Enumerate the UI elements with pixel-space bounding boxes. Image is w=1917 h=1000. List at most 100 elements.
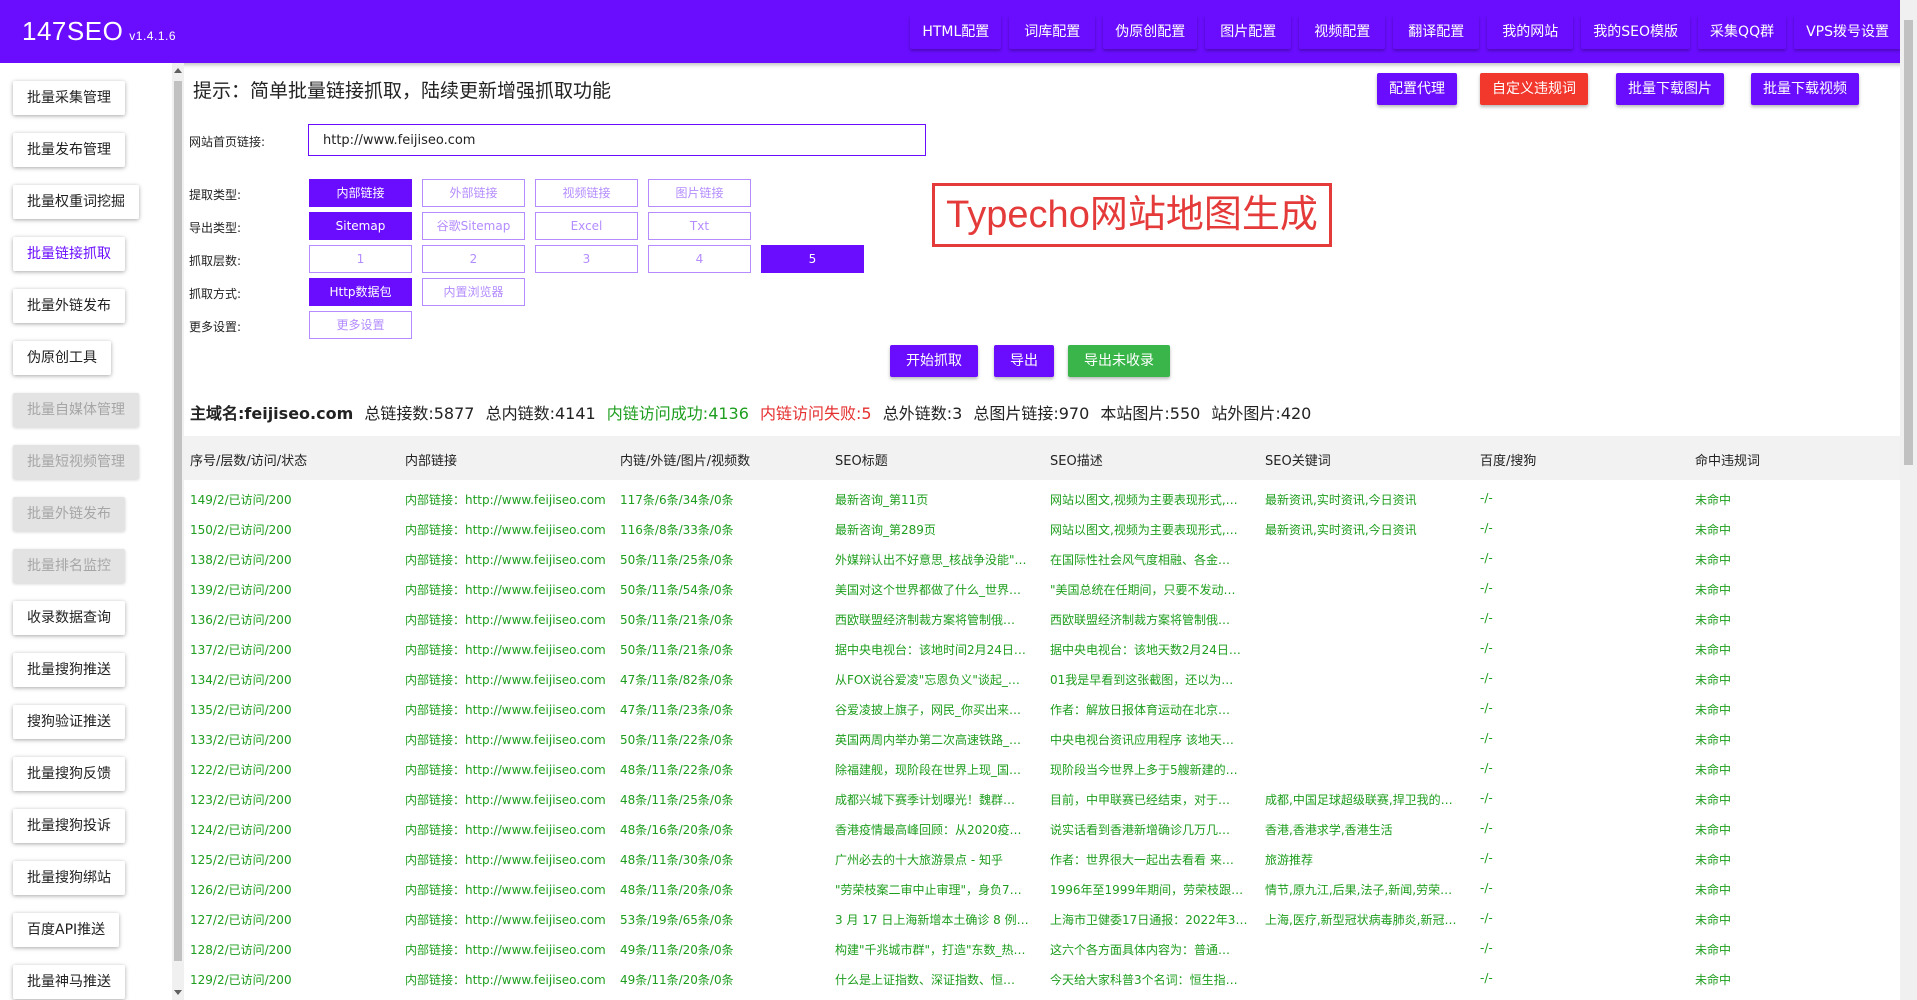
sidebar-scrollbar[interactable] [172,63,184,1000]
cell-baidu-sogou: -/- [1480,671,1493,685]
table-row[interactable]: 122/2/已访问/200 内部链接：http://www.feijiseo.co… [184,753,1900,783]
method-http-packet-option[interactable]: Http数据包 [309,278,412,306]
nav-my-sites[interactable]: 我的网站 [1487,15,1574,49]
nav-qq-group[interactable]: 采集QQ群 [1698,15,1787,49]
cell-index: 128/2/已访问/200 [190,943,292,957]
cell-banned-words: 未命中 [1695,643,1732,657]
cell-index: 124/2/已访问/200 [190,823,292,837]
cell-link: 内部链接：http://www.feijiseo.com/index [405,703,605,717]
cell-link: 内部链接：http://www.feijiseo.com/index [405,883,605,897]
cell-banned-words: 未命中 [1695,553,1732,567]
nav-vps-dial-settings[interactable]: VPS拨号设置 [1794,15,1901,49]
sidebar-item-sogou-complaint[interactable]: 批量搜狗投诉 [13,809,125,843]
more-settings-button[interactable]: 更多设置 [309,311,412,339]
nav-my-seo-templates[interactable]: 我的SEO模版 [1581,15,1691,49]
depth-4-option[interactable]: 4 [648,245,751,273]
table-row[interactable]: 124/2/已访问/200 内部链接：http://www.feijiseo.co… [184,813,1900,843]
table-row[interactable]: 129/2/已访问/200 内部链接：http://www.feijiseo.co… [184,963,1900,993]
cell-counts: 50条/11条/25条/0条 [620,553,734,567]
cell-banned-words: 未命中 [1695,913,1732,927]
nav-video-config[interactable]: 视频配置 [1299,15,1386,49]
method-builtin-browser-option[interactable]: 内置浏览器 [422,278,525,306]
depth-1-option[interactable]: 1 [309,245,412,273]
depth-5-option[interactable]: 5 [761,245,864,273]
site-url-input[interactable] [308,124,926,156]
cell-counts: 117条/6条/34条/0条 [620,493,734,507]
batch-download-images-button[interactable]: 批量下载图片 [1616,73,1724,105]
sidebar-item-sogou-verify-push[interactable]: 搜狗验证推送 [13,705,125,739]
crawl-depth-label: 抓取层数: [189,254,242,268]
export-unindexed-button[interactable]: 导出未收录 [1068,345,1170,377]
table-row[interactable]: 135/2/已访问/200 内部链接：http://www.feijiseo.co… [184,693,1900,723]
cell-seo-desc: 网站以图文,视频为主要表现形式,… [1050,523,1238,537]
sidebar-item-batch-link-crawl[interactable]: 批量链接抓取 [13,237,125,271]
sidebar-item-sogou-feedback[interactable]: 批量搜狗反馈 [13,757,125,791]
table-row[interactable]: 150/2/已访问/200 内部链接：http://www.feijiseo.co… [184,513,1900,543]
table-row[interactable]: 149/2/已访问/200 内部链接：http://www.feijiseo.co… [184,483,1900,513]
scroll-up-icon[interactable] [174,68,182,73]
page-scrollbar-thumb[interactable] [1904,20,1913,465]
cell-seo-title: 成都兴城下赛季计划曝光！魏群… [835,793,1016,807]
cell-seo-title: 英国两周内举办第二次高速铁路_… [835,733,1022,747]
scrollbar-thumb[interactable] [174,81,182,961]
table-row[interactable]: 133/2/已访问/200 内部链接：http://www.feijiseo.co… [184,723,1900,753]
cell-link: 内部链接：http://www.feijiseo.com/index [405,613,605,627]
col-header-baidu-sogou: 百度/搜狗 [1480,454,1537,469]
sidebar-item-sogou-bind-site[interactable]: 批量搜狗绑站 [13,861,125,895]
col-header-banned-words: 命中违规词 [1695,454,1761,469]
cell-baidu-sogou: -/- [1480,581,1493,595]
table-row[interactable]: 134/2/已访问/200 内部链接：http://www.feijiseo.co… [184,663,1900,693]
start-crawl-button[interactable]: 开始抓取 [890,345,978,377]
nav-pseudo-original-config[interactable]: 伪原创配置 [1103,15,1198,49]
cell-baidu-sogou: -/- [1480,731,1493,745]
cell-seo-title: 从FOX说谷爱凌"忘恩负义"谈起_… [835,673,1020,687]
export-excel-option[interactable]: Excel [535,212,638,240]
cell-index: 149/2/已访问/200 [190,493,292,507]
table-row[interactable]: 138/2/已访问/200 内部链接：http://www.feijiseo.co… [184,543,1900,573]
cell-seo-keywords: 旅游推荐 [1265,853,1314,867]
nav-lexicon-config[interactable]: 词库配置 [1009,15,1096,49]
cell-baidu-sogou: -/- [1480,611,1493,625]
sidebar-item-batch-collect[interactable]: 批量采集管理 [13,81,125,115]
extract-video-links-option[interactable]: 视频链接 [535,179,638,207]
sidebar-item-pseudo-original-tool[interactable]: 伪原创工具 [13,341,111,375]
export-sitemap-option[interactable]: Sitemap [309,212,412,240]
config-proxy-button[interactable]: 配置代理 [1377,73,1457,105]
nav-html-config[interactable]: HTML配置 [910,15,1002,49]
depth-2-option[interactable]: 2 [422,245,525,273]
sidebar-item-weight-keyword-mining[interactable]: 批量权重词挖掘 [13,185,139,219]
sidebar-item-shenma-push[interactable]: 批量神马推送 [13,965,125,999]
page-scrollbar[interactable] [1900,0,1917,1000]
nav-image-config[interactable]: 图片配置 [1205,15,1292,49]
cell-seo-desc: 今天给大家科普3个名词：恒生指… [1050,973,1238,987]
nav-translate-config[interactable]: 翻译配置 [1393,15,1480,49]
batch-download-videos-button[interactable]: 批量下载视频 [1751,73,1859,105]
sidebar-item-index-query[interactable]: 收录数据查询 [13,601,125,635]
export-google-sitemap-option[interactable]: 谷歌Sitemap [422,212,525,240]
cell-banned-words: 未命中 [1695,763,1732,777]
overlay-title-banner: Typecho网站地图生成 [932,183,1332,247]
depth-3-option[interactable]: 3 [535,245,638,273]
table-row[interactable]: 126/2/已访问/200 内部链接：http://www.feijiseo.co… [184,873,1900,903]
table-row[interactable]: 137/2/已访问/200 内部链接：http://www.feijiseo.co… [184,633,1900,663]
sidebar-item-baidu-api-push[interactable]: 百度API推送 [13,913,120,947]
table-row[interactable]: 127/2/已访问/200 内部链接：http://www.feijiseo.co… [184,903,1900,933]
extract-image-links-option[interactable]: 图片链接 [648,179,751,207]
table-row[interactable]: 123/2/已访问/200 内部链接：http://www.feijiseo.co… [184,783,1900,813]
sidebar-item-sogou-push[interactable]: 批量搜狗推送 [13,653,125,687]
table-row[interactable]: 136/2/已访问/200 内部链接：http://www.feijiseo.co… [184,603,1900,633]
sidebar-item-batch-publish[interactable]: 批量发布管理 [13,133,125,167]
table-row[interactable]: 139/2/已访问/200 内部链接：http://www.feijiseo.co… [184,573,1900,603]
custom-banned-words-button[interactable]: 自定义违规词 [1480,73,1588,105]
cell-baidu-sogou: -/- [1480,761,1493,775]
sidebar-item-batch-backlink-publish[interactable]: 批量外链发布 [13,289,125,323]
extract-external-links-option[interactable]: 外部链接 [422,179,525,207]
table-row[interactable]: 125/2/已访问/200 内部链接：http://www.feijiseo.co… [184,843,1900,873]
page-tip: 提示：简单批量链接抓取，陆续更新增强抓取功能 [193,80,612,102]
extract-internal-links-option[interactable]: 内部链接 [309,179,412,207]
table-row[interactable]: 128/2/已访问/200 内部链接：http://www.feijiseo.co… [184,933,1900,963]
cell-seo-title: 最新咨询_第289页 [835,523,936,537]
scroll-down-icon[interactable] [174,990,182,995]
export-button[interactable]: 导出 [994,345,1054,377]
export-txt-option[interactable]: Txt [648,212,751,240]
